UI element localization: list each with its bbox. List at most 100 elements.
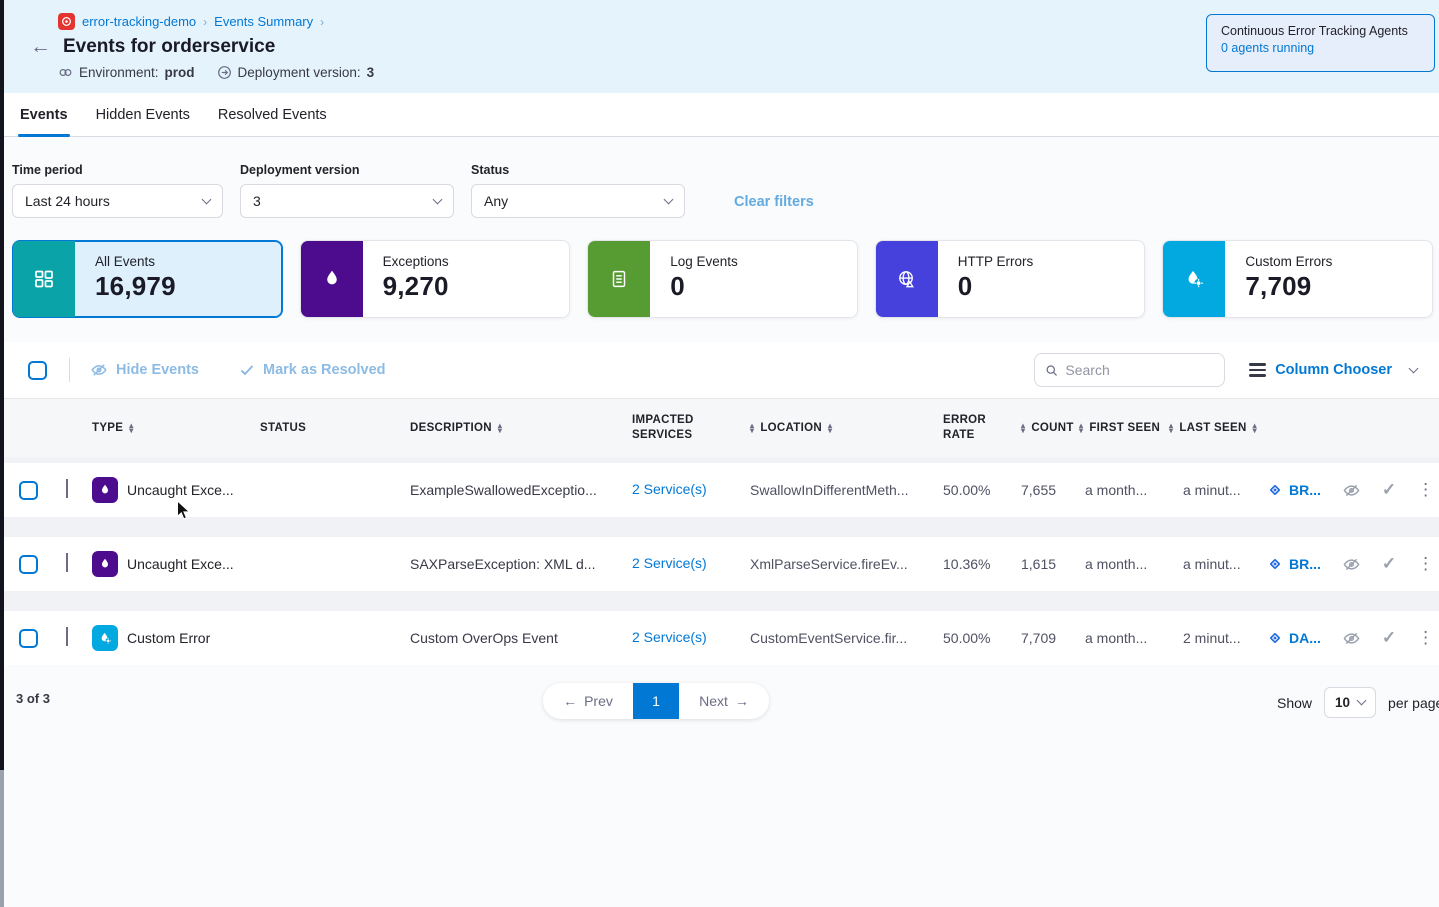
ticket-link[interactable]: BR... [1267, 482, 1321, 498]
check-icon [239, 362, 255, 378]
last-seen: 2 minut... [1169, 630, 1261, 646]
deployment-icon [217, 65, 232, 80]
column-chooser-button[interactable]: Column Chooser [1275, 362, 1392, 378]
row-expand-chevron-icon[interactable] [66, 479, 68, 498]
back-arrow-icon[interactable]: ← [30, 38, 51, 56]
table-row[interactable]: Uncaught Exce... ExampleSwallowedExcepti… [0, 463, 1439, 517]
sort-icon[interactable]: ▴▾ [129, 423, 133, 434]
mark-resolved-button[interactable]: Mark as Resolved [239, 362, 386, 378]
hide-events-button[interactable]: Hide Events [90, 361, 199, 379]
card-exceptions[interactable]: Exceptions 9,270 [300, 240, 571, 318]
page-size-value: 10 [1335, 695, 1350, 710]
hide-event-icon[interactable] [1342, 555, 1361, 574]
time-period-select[interactable]: Last 24 hours [12, 184, 223, 218]
tab-events[interactable]: Events [18, 93, 70, 136]
page-header: error-tracking-demo › Events Summary › ←… [0, 0, 1439, 93]
flame-icon [301, 241, 363, 317]
sort-icon[interactable]: ▴▾ [1169, 423, 1173, 434]
deployment-version-select[interactable]: 3 [240, 184, 454, 218]
column-header-location[interactable]: ▴▾ LOCATION ▴▾ [750, 422, 943, 434]
sort-icon[interactable]: ▴▾ [750, 423, 754, 434]
tab-hidden-events[interactable]: Hidden Events [94, 93, 192, 136]
first-seen: a month... [1069, 630, 1169, 646]
exception-flame-icon [92, 551, 118, 577]
agents-title: Continuous Error Tracking Agents [1221, 24, 1420, 38]
row-checkbox[interactable] [19, 555, 38, 574]
page-number-button[interactable]: 1 [633, 683, 679, 719]
ticket-link[interactable]: BR... [1267, 556, 1321, 572]
last-seen: a minut... [1169, 556, 1261, 572]
table-header: TYPE ▴▾ STATUS DESCRIPTION ▴▾ IMPACTED S… [0, 398, 1439, 457]
card-log-events[interactable]: Log Events 0 [587, 240, 858, 318]
card-label: Exceptions [383, 254, 449, 269]
column-header-impacted-services: IMPACTED SERVICES [632, 413, 750, 443]
column-header-last-seen[interactable]: ▴▾ LAST SEEN ▴▾ [1169, 422, 1261, 434]
column-chooser-icon[interactable] [1249, 363, 1266, 377]
hide-event-icon[interactable] [1342, 481, 1361, 500]
card-label: Log Events [670, 254, 738, 269]
prev-page-button[interactable]: ← Prev [543, 683, 633, 719]
chevron-down-icon[interactable] [1409, 363, 1419, 373]
column-label: DESCRIPTION [410, 422, 492, 434]
breadcrumb-events-summary-link[interactable]: Events Summary [214, 14, 313, 29]
sort-icon[interactable]: ▴▾ [498, 423, 502, 434]
row-menu-icon[interactable]: ⋮ [1417, 480, 1434, 500]
page-size-select[interactable]: 10 [1324, 687, 1376, 718]
ticket-diamond-icon [1267, 482, 1283, 498]
ticket-link[interactable]: DA... [1267, 630, 1321, 646]
grid-icon [13, 241, 75, 317]
card-all-events[interactable]: All Events 16,979 [12, 240, 283, 318]
row-expand-chevron-icon[interactable] [66, 553, 68, 572]
impacted-services-link[interactable]: 2 Service(s) [632, 629, 707, 645]
chevron-down-icon [1357, 696, 1367, 706]
collapsed-nav-strip[interactable] [0, 0, 4, 770]
sort-icon[interactable]: ▴▾ [1253, 423, 1257, 434]
table-row[interactable]: Custom Error Custom OverOps Event 2 Serv… [0, 611, 1439, 665]
event-count: 7,655 [1021, 482, 1069, 498]
column-header-count[interactable]: ▴▾ COUNT [1021, 422, 1069, 434]
time-period-label: Time period [12, 163, 223, 177]
resolve-event-icon[interactable]: ✓ [1382, 554, 1396, 574]
sort-icon[interactable]: ▴▾ [1021, 423, 1025, 434]
event-count: 1,615 [1021, 556, 1069, 572]
impacted-services-link[interactable]: 2 Service(s) [632, 481, 707, 497]
clear-filters-button[interactable]: Clear filters [734, 194, 814, 210]
card-value: 9,270 [383, 271, 449, 302]
filters-bar: Time period Last 24 hours Deployment ver… [0, 137, 1439, 218]
card-value: 0 [958, 271, 1034, 302]
breadcrumb-project-link[interactable]: error-tracking-demo [82, 14, 196, 29]
resolve-event-icon[interactable]: ✓ [1382, 480, 1396, 500]
column-header-description[interactable]: DESCRIPTION ▴▾ [410, 422, 632, 434]
row-menu-icon[interactable]: ⋮ [1417, 628, 1434, 648]
hide-event-icon[interactable] [1342, 629, 1361, 648]
next-page-button[interactable]: Next → [679, 683, 769, 719]
table-row[interactable]: Uncaught Exce... SAXParseException: XML … [0, 537, 1439, 591]
first-seen: a month... [1069, 556, 1169, 572]
resolve-event-icon[interactable]: ✓ [1382, 628, 1396, 648]
card-custom-errors[interactable]: Custom Errors 7,709 [1162, 240, 1433, 318]
row-checkbox[interactable] [19, 481, 38, 500]
row-menu-icon[interactable]: ⋮ [1417, 554, 1434, 574]
impacted-services-link[interactable]: 2 Service(s) [632, 555, 707, 571]
card-http-errors[interactable]: HTTP Errors 0 [875, 240, 1146, 318]
status-select[interactable]: Any [471, 184, 685, 218]
sort-icon[interactable]: ▴▾ [828, 423, 832, 434]
agents-running-link[interactable]: 0 agents running [1221, 41, 1420, 55]
select-all-checkbox[interactable] [28, 361, 47, 380]
column-header-first-seen[interactable]: ▴▾ FIRST SEEN [1069, 422, 1169, 434]
deployment-value: 3 [367, 65, 375, 80]
row-checkbox[interactable] [19, 629, 38, 648]
column-label: TYPE [92, 422, 123, 434]
tab-resolved-events[interactable]: Resolved Events [216, 93, 329, 136]
search-input[interactable] [1065, 362, 1214, 378]
event-count: 7,709 [1021, 630, 1069, 646]
environment-label: Environment: [79, 65, 159, 80]
arrow-right-icon: → [735, 693, 749, 709]
pager: ← Prev 1 Next → [543, 683, 769, 719]
sort-icon[interactable]: ▴▾ [1079, 423, 1083, 434]
last-seen: a minut... [1169, 482, 1261, 498]
column-header-type[interactable]: TYPE ▴▾ [92, 422, 260, 434]
row-expand-chevron-icon[interactable] [66, 627, 68, 646]
stat-cards: All Events 16,979 Exceptions 9,270 Log E… [0, 218, 1439, 318]
error-rate: 50.00% [943, 482, 1021, 498]
